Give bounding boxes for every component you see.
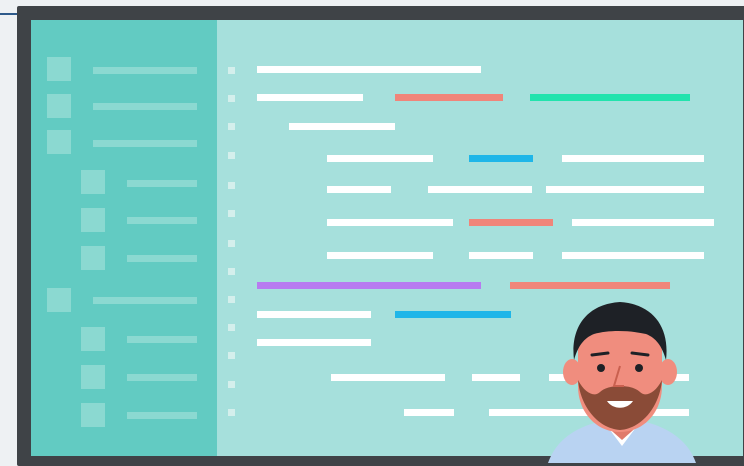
developer-avatar-icon — [548, 302, 696, 463]
